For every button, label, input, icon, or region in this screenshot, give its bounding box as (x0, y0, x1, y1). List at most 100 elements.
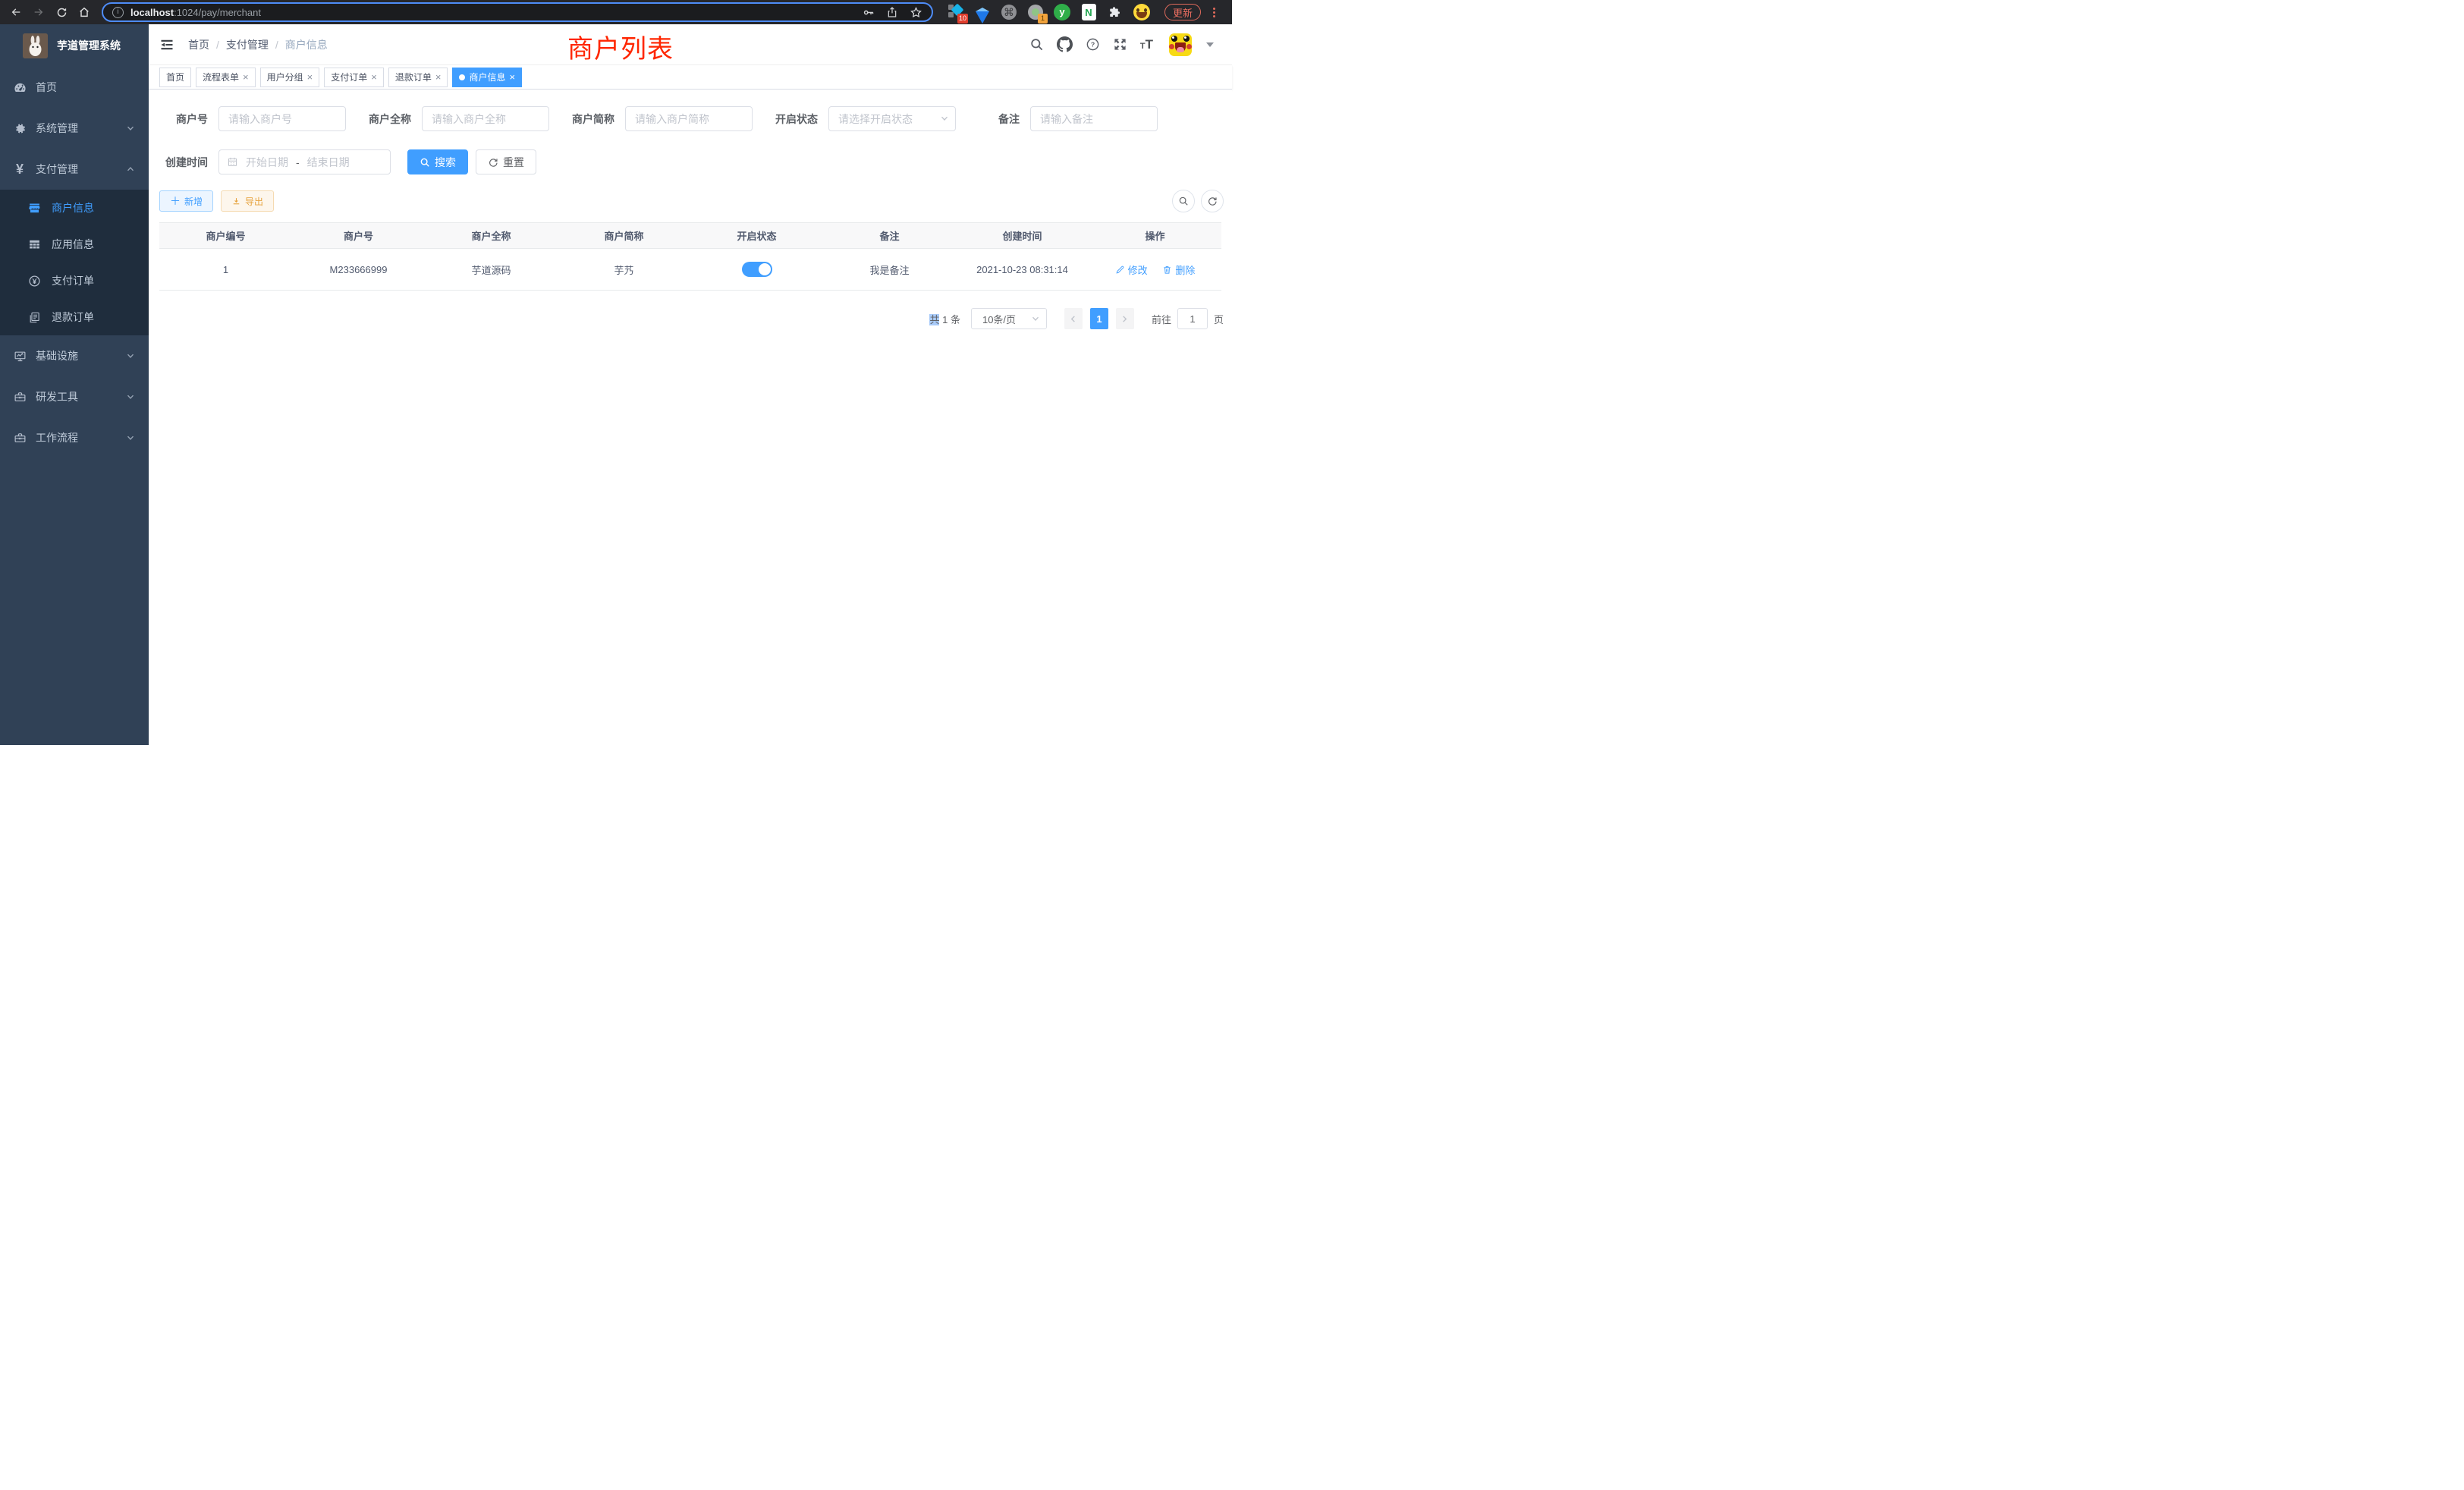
date-start-placeholder: 开始日期 (246, 155, 288, 170)
close-icon[interactable]: × (509, 72, 515, 82)
remark-input[interactable] (1030, 106, 1158, 131)
tab-merchant-info[interactable]: 商户信息× (452, 68, 522, 87)
toolbox-icon (13, 390, 27, 404)
tab-home[interactable]: 首页 (159, 68, 191, 87)
tab-label: 退款订单 (395, 71, 432, 83)
cell-merchant-full-name: 芋道源码 (425, 249, 558, 291)
export-button[interactable]: 导出 (221, 190, 274, 212)
close-icon[interactable]: × (307, 72, 313, 82)
cell-create-time: 2021-10-23 08:31:14 (956, 249, 1089, 291)
bookmark-star-icon[interactable] (910, 6, 922, 19)
extension-y-icon[interactable]: y (1053, 3, 1071, 21)
browser-home-button[interactable] (76, 4, 93, 20)
merchant-short-input[interactable] (625, 106, 753, 131)
create-time-range-input[interactable]: 开始日期 - 结束日期 (218, 149, 391, 174)
breadcrumb-separator: / (275, 39, 278, 51)
refresh-table-button[interactable] (1201, 190, 1224, 212)
breadcrumb-home[interactable]: 首页 (188, 37, 209, 52)
extension-command-icon[interactable]: ⌘ (1000, 3, 1018, 21)
sidebar-item-pay[interactable]: ¥ 支付管理 (0, 149, 149, 190)
sidebar-item-label: 研发工具 (36, 389, 126, 404)
avatar[interactable] (1169, 33, 1192, 56)
status-toggle[interactable] (742, 262, 772, 277)
cell-status (690, 249, 823, 291)
close-icon[interactable]: × (435, 72, 442, 82)
sidebar-item-label: 首页 (36, 80, 135, 95)
close-icon[interactable]: × (371, 72, 377, 82)
sidebar-item-system[interactable]: 系统管理 (0, 108, 149, 149)
refresh-icon (488, 157, 498, 168)
calendar-icon (227, 156, 238, 168)
column-header: 商户编号 (159, 223, 292, 249)
sidebar-item-app-info[interactable]: 应用信息 (0, 226, 149, 262)
password-key-icon[interactable] (862, 6, 875, 19)
sidebar-menu: 首页 系统管理 ¥ 支付管理 (0, 67, 149, 458)
prev-page-button[interactable] (1064, 308, 1083, 329)
tab-pay-order[interactable]: 支付订单 × (324, 68, 384, 87)
column-header: 开启状态 (690, 223, 823, 249)
delete-link[interactable]: 删除 (1162, 262, 1195, 277)
tab-process-form[interactable]: 流程表单× (196, 68, 256, 87)
goto-page-input[interactable] (1177, 308, 1208, 329)
font-size-icon[interactable]: TT (1140, 38, 1153, 51)
page-header: 首页 / 支付管理 / 商户信息 ? TT (149, 24, 1232, 65)
add-button[interactable]: ＋ 新增 (159, 190, 213, 212)
extensions-puzzle-icon[interactable] (1106, 3, 1124, 21)
cell-remark: 我是备注 (823, 249, 956, 291)
tab-user-group[interactable]: 用户分组× (260, 68, 320, 87)
browser-toolbar: i localhost:1024/pay/merchant 10 ⌘ 1 y N (0, 0, 1232, 24)
chevron-down-icon (126, 433, 135, 442)
browser-update-button[interactable]: 更新 (1164, 4, 1201, 20)
status-select[interactable] (828, 106, 956, 131)
page-number-button[interactable]: 1 (1090, 308, 1108, 329)
merchant-table: 商户编号 商户号 商户全称 商户简称 开启状态 备注 创建时间 操作 1 M23… (159, 222, 1221, 291)
document-copy-icon (28, 311, 41, 324)
extension-ring-icon[interactable]: 1 (1026, 3, 1045, 21)
sidebar-item-merchant-info[interactable]: 商户信息 (0, 190, 149, 226)
sidebar-item-home[interactable]: 首页 (0, 67, 149, 108)
breadcrumb-pay[interactable]: 支付管理 (226, 37, 269, 52)
search-button[interactable]: 搜索 (407, 149, 468, 174)
sidebar-item-refund-order[interactable]: 退款订单 (0, 299, 149, 335)
search-icon[interactable] (1029, 37, 1044, 52)
tab-refund-order[interactable]: 退款订单× (388, 68, 448, 87)
merchant-no-input[interactable] (218, 106, 346, 131)
column-header: 备注 (823, 223, 956, 249)
browser-reload-button[interactable] (53, 4, 70, 20)
avatar-caret-icon[interactable] (1206, 42, 1214, 47)
fullscreen-icon[interactable] (1113, 37, 1127, 52)
browser-forward-button[interactable] (30, 4, 47, 20)
help-icon[interactable]: ? (1086, 37, 1100, 52)
toggle-search-button[interactable] (1172, 190, 1195, 212)
reload-icon (56, 7, 68, 18)
close-icon[interactable]: × (243, 72, 249, 82)
pagination-total: 共 1 条 (929, 312, 960, 326)
sidebar-item-infrastructure[interactable]: 基础设施 (0, 335, 149, 376)
forward-arrow-icon (33, 6, 45, 18)
tab-label: 支付订单 (331, 71, 367, 83)
gear-icon (13, 121, 27, 135)
svg-text:?: ? (1091, 41, 1095, 49)
github-icon[interactable] (1057, 36, 1073, 52)
extension-gem-icon[interactable] (973, 3, 992, 21)
sidebar-item-workflow[interactable]: 工作流程 (0, 417, 149, 458)
edit-link[interactable]: 修改 (1115, 262, 1148, 277)
extension-doc-icon[interactable]: N (1080, 3, 1098, 21)
extension-emoji-icon[interactable] (1133, 3, 1151, 21)
page-size-select[interactable]: 10条/页 (971, 308, 1047, 329)
chevron-down-icon (126, 392, 135, 401)
sidebar-item-pay-order[interactable]: 支付订单 (0, 262, 149, 299)
browser-back-button[interactable] (8, 4, 24, 20)
sidebar-item-label: 支付管理 (36, 162, 126, 177)
sidebar-collapse-icon[interactable] (159, 37, 174, 52)
search-icon (1178, 196, 1189, 206)
extension-diamond-icon[interactable]: 10 (947, 3, 965, 21)
sidebar-item-dev-tools[interactable]: 研发工具 (0, 376, 149, 417)
reset-button[interactable]: 重置 (476, 149, 536, 174)
next-page-button[interactable] (1116, 308, 1134, 329)
browser-menu-icon[interactable] (1213, 8, 1215, 17)
share-icon[interactable] (886, 6, 898, 18)
merchant-name-input[interactable] (422, 106, 549, 131)
site-info-icon[interactable]: i (112, 7, 124, 18)
url-bar[interactable]: i localhost:1024/pay/merchant (102, 2, 933, 22)
